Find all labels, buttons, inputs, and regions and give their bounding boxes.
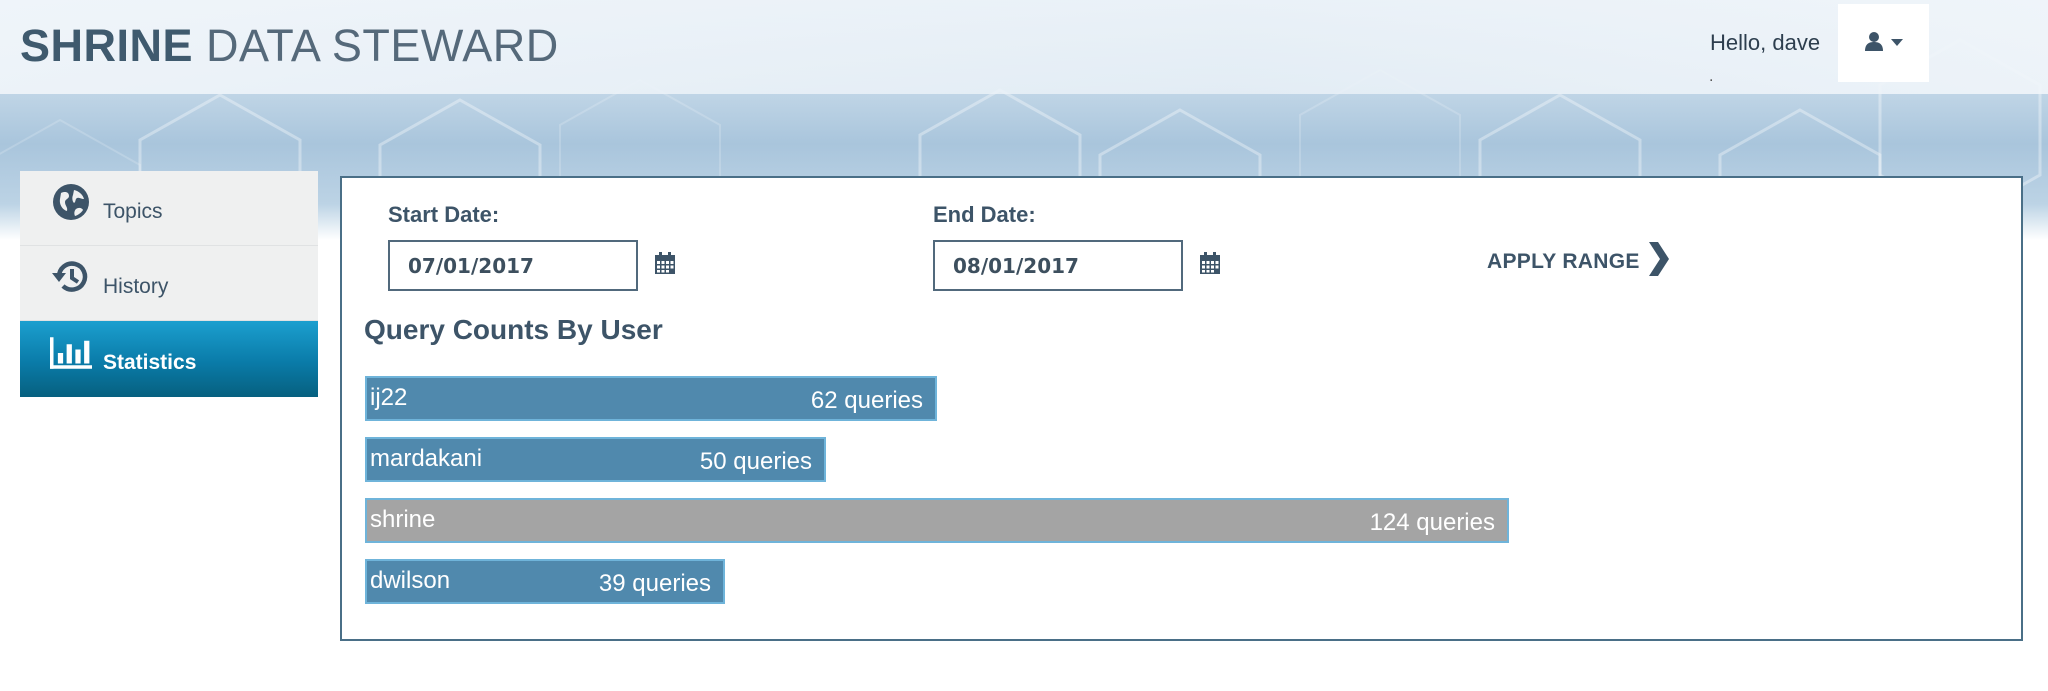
- sidebar-item-label: History: [103, 275, 169, 298]
- sidebar-item-topics[interactable]: Topics: [20, 171, 318, 246]
- apply-range-label: APPLY RANGE: [1487, 250, 1640, 273]
- sidebar-nav: Topics History Statistics: [20, 171, 318, 397]
- chevron-right-icon: [1646, 240, 1670, 284]
- user-greeting-sub: .: [1709, 68, 1714, 85]
- apply-range-button[interactable]: APPLY RANGE: [1487, 240, 1670, 284]
- sidebar-item-label: Topics: [103, 200, 163, 223]
- start-date-input[interactable]: [388, 240, 638, 291]
- bar-count-label: 124 queries: [1369, 509, 1495, 536]
- bar-user-label: mardakani: [370, 445, 483, 472]
- app-brand[interactable]: SHRINE DATA STEWARD: [20, 19, 559, 73]
- sidebar-item-statistics[interactable]: Statistics: [20, 321, 318, 397]
- calendar-icon[interactable]: [1200, 252, 1222, 274]
- chart-bar: ij22 62 queries: [365, 376, 937, 421]
- chart-title: Query Counts By User: [364, 314, 663, 345]
- chart-bar: mardakani 50 queries: [365, 437, 826, 482]
- bar-user-label: ij22: [370, 384, 408, 411]
- user-icon: [1864, 31, 1883, 56]
- bar-chart-icon: [50, 332, 92, 374]
- chart-bar: shrine 124 queries: [365, 498, 1509, 543]
- bar-user-label: dwilson: [370, 567, 451, 594]
- end-date-input[interactable]: [933, 240, 1183, 291]
- history-icon: [50, 256, 92, 298]
- caret-down-icon: [1890, 34, 1903, 52]
- chart-bar: dwilson 39 queries: [365, 559, 725, 604]
- statistics-panel: Start Date: End Date: APPLY: [340, 176, 2023, 641]
- brand-name: SHRINE: [20, 20, 194, 71]
- bar-user-label: shrine: [370, 506, 436, 533]
- globe-icon: [50, 181, 92, 223]
- sidebar-item-label: Statistics: [103, 351, 197, 374]
- user-greeting: Hello, dave: [1710, 30, 1821, 55]
- bar-count-label: 50 queries: [699, 448, 812, 475]
- sidebar-item-history[interactable]: History: [20, 246, 318, 321]
- user-menu-button[interactable]: [1838, 4, 1929, 82]
- calendar-icon[interactable]: [655, 252, 677, 274]
- end-date-label: End Date:: [933, 202, 1036, 227]
- brand-subtitle: DATA STEWARD: [206, 20, 559, 71]
- bar-count-label: 62 queries: [810, 387, 923, 414]
- bar-count-label: 39 queries: [598, 570, 711, 597]
- start-date-label: Start Date:: [388, 202, 500, 227]
